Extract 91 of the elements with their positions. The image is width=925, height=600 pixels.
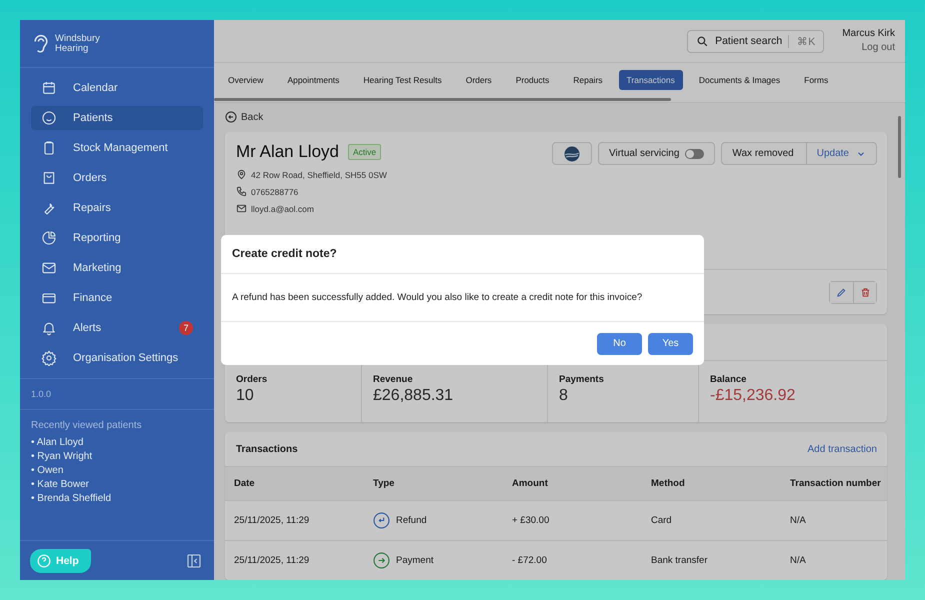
recent-patient-link[interactable]: • Owen — [31, 465, 203, 476]
column-header: Amount — [511, 478, 549, 489]
trash-icon — [860, 286, 870, 298]
stat-value: £26,885.31 — [373, 387, 454, 405]
stat-label: Balance — [710, 374, 748, 385]
table-cell: Payment — [396, 555, 434, 566]
delete-button[interactable] — [853, 282, 876, 302]
wax-removed-label: Wax removed — [722, 143, 807, 164]
add-transaction-link[interactable]: Add transaction — [808, 444, 877, 454]
patient-email: lloyd.a@aol.com — [251, 204, 314, 214]
globe-logo-button[interactable] — [552, 142, 592, 165]
tab[interactable]: Documents & Images — [690, 70, 788, 90]
smiley-icon — [41, 110, 57, 126]
tab[interactable]: Orders — [458, 70, 500, 90]
scrollbar-thumb[interactable] — [214, 98, 671, 100]
stat-value: 8 — [559, 387, 569, 405]
tab[interactable]: Transactions — [618, 70, 683, 90]
virtual-servicing-control[interactable]: Virtual servicing — [598, 142, 716, 165]
table-cell-text: Card — [650, 515, 673, 526]
patient-search-button[interactable]: Patient search ⌘K — [687, 30, 824, 53]
recent-patient-link[interactable]: • Ryan Wright — [31, 451, 203, 462]
stat-value: 10 — [236, 387, 255, 405]
table-cell-text: - £72.00 — [511, 555, 548, 566]
dialog-title: Create credit note? — [221, 235, 704, 274]
calendar-icon — [41, 80, 57, 96]
dialog-button[interactable]: Yes — [648, 332, 693, 354]
user-name: Marcus Kirk — [842, 27, 895, 42]
status-badge: Active — [348, 144, 382, 160]
location-pin-icon — [236, 169, 247, 180]
recent-title: Recently viewed patients — [31, 420, 143, 431]
collapse-sidebar-icon[interactable] — [186, 553, 202, 569]
table-cell-text: Bank transfer — [650, 555, 708, 566]
shortcut-hint: ⌘K — [788, 34, 816, 48]
nav-item[interactable]: Repairs — [31, 196, 203, 220]
table-cell-text: 25/11/2025, 11:29 — [233, 555, 310, 566]
back-link[interactable]: Back — [225, 111, 887, 123]
bell-icon — [41, 320, 57, 336]
envelope-icon — [236, 203, 247, 214]
nav-item[interactable]: Organisation Settings — [31, 346, 203, 370]
alert-count-badge: 7 — [179, 321, 193, 335]
stat-value: -£15,236.92 — [710, 387, 796, 405]
table-cell-text: 25/11/2025, 11:29 — [233, 515, 310, 526]
globe-icon — [563, 144, 582, 162]
column-header: Type — [372, 478, 396, 489]
brand-name: Windsbury Hearing — [55, 34, 100, 54]
nav-item[interactable]: Finance — [31, 286, 203, 310]
nav-item[interactable]: Stock Management — [31, 136, 203, 160]
nav-item[interactable]: Alerts 7 — [31, 316, 203, 340]
envelope-icon — [41, 260, 57, 276]
patient-name: Mr Alan Lloyd — [236, 142, 339, 162]
pie-chart-icon — [41, 230, 57, 246]
recent-patient-link[interactable]: • Brenda Sheffield — [31, 493, 203, 504]
dialog-message: A refund has been successfully added. Would you also like to create a credit note for this invoice? — [221, 274, 704, 322]
recent-patient-link[interactable]: • Kate Bower — [31, 479, 203, 490]
section-title: Transactions — [236, 444, 298, 454]
bag-icon — [41, 170, 57, 186]
nav-item[interactable]: Patients — [31, 106, 203, 130]
nav-item[interactable]: Calendar — [31, 76, 203, 100]
question-icon — [37, 554, 51, 568]
column-header: Transaction number — [789, 478, 882, 489]
tab[interactable]: Hearing Test Results — [355, 70, 450, 90]
gear-icon — [41, 350, 57, 366]
tab[interactable]: Appointments — [279, 70, 348, 90]
logout-link[interactable]: Log out — [842, 41, 895, 56]
tab[interactable]: Products — [508, 70, 558, 90]
tab[interactable]: Overview — [220, 70, 272, 90]
nav-item[interactable]: Orders — [31, 166, 203, 190]
table-cell-text: N/A — [789, 555, 807, 566]
patient-phone: 0765288776 — [251, 186, 298, 196]
edit-button[interactable] — [830, 282, 853, 302]
toggle-switch[interactable] — [685, 148, 704, 158]
stat-label: Orders — [236, 374, 268, 385]
patient-address: 42 Row Road, Sheffield, SH55 0SW — [251, 170, 387, 180]
nav-item[interactable]: Reporting — [31, 226, 203, 250]
tab[interactable]: Repairs — [565, 70, 611, 90]
dialog-button[interactable]: No — [597, 332, 642, 354]
update-dropdown[interactable]: Update — [806, 148, 876, 159]
recent-patient-link[interactable]: • Alan Lloyd — [31, 437, 203, 448]
tab[interactable]: Forms — [796, 70, 836, 90]
stat-label: Revenue — [373, 374, 414, 385]
nav-item[interactable]: Marketing — [31, 256, 203, 280]
scrollbar-thumb[interactable] — [898, 116, 901, 178]
search-icon — [696, 34, 710, 48]
column-header: Method — [650, 478, 686, 489]
pencil-icon — [836, 286, 847, 298]
stat-label: Payments — [559, 374, 605, 385]
column-header: Date — [233, 478, 256, 489]
phone-icon — [236, 186, 247, 197]
table-cell: Refund — [396, 515, 427, 526]
table-cell-text: N/A — [789, 515, 807, 526]
table-cell-text: + £30.00 — [511, 515, 550, 526]
